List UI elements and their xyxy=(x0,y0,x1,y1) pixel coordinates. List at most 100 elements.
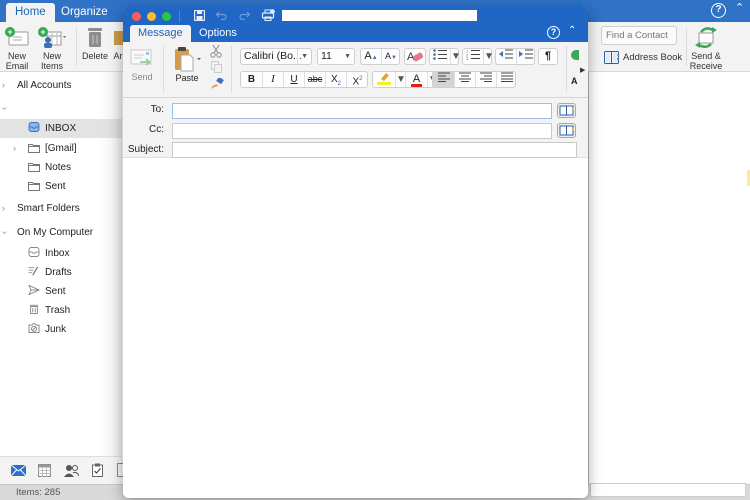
tab-message[interactable]: Message xyxy=(130,25,191,42)
save-icon[interactable] xyxy=(194,10,205,21)
calendar-icon[interactable] xyxy=(38,464,51,477)
pilcrow-icon: ¶ xyxy=(544,50,552,62)
sidebar-item-label: Smart Folders xyxy=(17,203,80,214)
module-switcher xyxy=(0,456,123,484)
format-painter-icon[interactable] xyxy=(210,78,224,90)
svg-text:+: + xyxy=(7,27,12,37)
font-color-button[interactable]: A xyxy=(405,72,427,87)
align-right-button[interactable] xyxy=(475,72,496,87)
mail-icon[interactable] xyxy=(11,465,26,476)
copy-icon[interactable] xyxy=(211,61,222,73)
chevron-down-icon[interactable]: ▼ xyxy=(344,49,351,64)
folder-icon xyxy=(28,182,40,191)
bold-button[interactable]: B xyxy=(241,72,262,87)
align-left-icon xyxy=(437,72,450,82)
tab-organize[interactable]: Organize xyxy=(52,3,117,22)
people-icon[interactable] xyxy=(64,464,79,477)
subscript-button[interactable]: X2 xyxy=(325,72,346,87)
new-email-icon: + xyxy=(5,27,29,46)
send-button[interactable]: Send xyxy=(129,48,155,82)
grow-font-button[interactable]: A▲ xyxy=(361,49,381,64)
close-window-button[interactable] xyxy=(132,12,141,21)
compose-ribbon: Send Paste Calibri (Bo... ▼ 11 ▼ A▲ A▼ A… xyxy=(123,42,588,98)
delete-button[interactable]: Delete xyxy=(81,26,109,61)
strikethrough-button[interactable]: abc xyxy=(304,72,325,87)
align-left-button[interactable] xyxy=(433,72,454,87)
justify-button[interactable] xyxy=(496,72,516,87)
chevron-right-icon[interactable]: › xyxy=(13,139,16,158)
collapse-ribbon-icon[interactable]: ⌃ xyxy=(568,25,576,36)
trash-icon xyxy=(29,304,39,314)
sidebar-item-label: Drafts xyxy=(45,267,72,278)
drafts-icon xyxy=(28,266,39,276)
send-receive-button[interactable]: Send & Receive xyxy=(689,26,723,71)
tasks-icon[interactable] xyxy=(92,463,103,477)
to-address-book-button[interactable] xyxy=(557,103,576,118)
chevron-right-icon[interactable]: › xyxy=(2,76,5,95)
collapse-ribbon-icon[interactable]: ⌃ xyxy=(735,1,744,14)
bullets-button[interactable] xyxy=(430,49,450,64)
underline-button[interactable]: U xyxy=(283,72,304,87)
numbering-button[interactable]: 123 xyxy=(463,49,483,64)
chevron-down-icon[interactable]: ▼ xyxy=(297,49,308,64)
tab-home[interactable]: Home xyxy=(6,3,55,22)
ribbon-divider xyxy=(231,46,232,92)
chevron-right-icon[interactable]: › xyxy=(2,199,5,218)
ribbon-overflow-arrow-icon[interactable]: ▶ xyxy=(580,66,585,74)
decrease-indent-button[interactable] xyxy=(496,49,516,64)
minimize-window-button[interactable] xyxy=(147,12,156,21)
cc-label: Cc: xyxy=(149,124,164,135)
print-icon[interactable] xyxy=(262,9,275,21)
highlight-button[interactable] xyxy=(373,72,395,87)
message-body-editor[interactable] xyxy=(123,158,588,498)
compose-window: Message Options ? ⌃ Send Paste Calibri (… xyxy=(123,6,588,498)
chevron-down-icon[interactable]: ▼ xyxy=(483,49,494,64)
help-icon[interactable]: ? xyxy=(547,26,560,39)
send-icon xyxy=(130,49,152,66)
to-input[interactable] xyxy=(172,103,552,119)
reading-pane xyxy=(588,72,750,484)
superscript-button[interactable]: X2 xyxy=(346,72,368,87)
cc-input[interactable] xyxy=(172,123,552,139)
align-center-button[interactable] xyxy=(454,72,475,87)
new-items-label-2: Items xyxy=(40,61,63,71)
svg-text:3: 3 xyxy=(466,56,469,60)
tab-options[interactable]: Options xyxy=(191,25,245,42)
send-receive-label-1: Send & xyxy=(691,51,721,61)
redo-icon[interactable] xyxy=(239,11,250,20)
clear-formatting-button[interactable]: A xyxy=(404,48,426,65)
help-icon[interactable]: ? xyxy=(711,3,726,18)
chevron-down-icon[interactable]: › xyxy=(0,231,14,234)
shrink-font-button[interactable]: A▼ xyxy=(381,49,400,64)
sidebar-item-label: On My Computer xyxy=(17,227,94,238)
paste-button[interactable]: Paste xyxy=(170,46,204,83)
new-email-button[interactable]: + New Email xyxy=(3,26,31,71)
archive-label: Ar xyxy=(113,51,123,61)
cut-icon[interactable] xyxy=(210,45,222,58)
subject-input[interactable] xyxy=(172,142,577,158)
chevron-down-icon[interactable]: › xyxy=(0,107,14,110)
zoom-window-button[interactable] xyxy=(162,12,171,21)
font-size-value: 11 xyxy=(321,50,332,62)
cc-address-book-button[interactable] xyxy=(557,123,576,138)
subject-label: Subject: xyxy=(127,144,164,155)
ribbon-divider xyxy=(76,28,77,66)
font-size-select[interactable]: 11 ▼ xyxy=(317,48,355,65)
increase-indent-icon xyxy=(519,49,533,59)
new-items-button[interactable]: + New Items xyxy=(36,26,68,71)
color-group: ▼ A ▼ xyxy=(372,71,438,88)
find-contact-input[interactable] xyxy=(601,26,677,45)
chevron-down-icon[interactable]: ▼ xyxy=(395,72,406,87)
increase-indent-button[interactable] xyxy=(516,49,535,64)
alignment-group xyxy=(432,71,516,88)
chevron-down-icon[interactable]: ▼ xyxy=(450,49,461,64)
sidebar-edge-shadow xyxy=(100,72,122,492)
address-book-icon xyxy=(559,105,574,116)
window-title-field[interactable] xyxy=(282,10,477,21)
italic-button[interactable]: I xyxy=(262,72,283,87)
undo-icon[interactable] xyxy=(216,11,227,20)
overflow-item-label: A xyxy=(571,76,578,86)
show-formatting-button[interactable]: ¶ xyxy=(538,48,558,65)
font-name-select[interactable]: Calibri (Bo... ▼ xyxy=(240,48,312,65)
ribbon-divider xyxy=(566,46,567,92)
